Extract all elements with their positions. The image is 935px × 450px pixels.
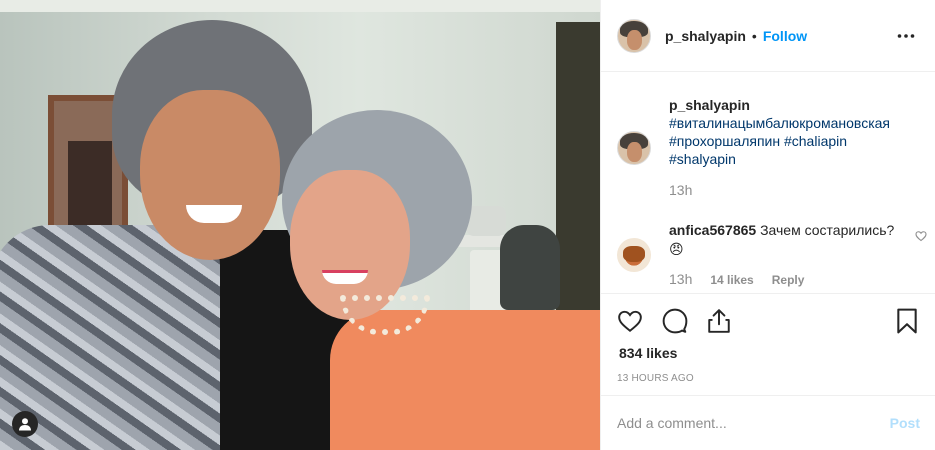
user-icon [19,418,31,431]
comment-meta: 13h 14 likes Reply [669,271,927,287]
comment-icon[interactable] [662,308,688,339]
author-avatar[interactable] [617,18,651,53]
photo-bag [500,225,560,310]
post-timestamp[interactable]: 13 HOURS AGO [617,373,694,384]
caption-username[interactable]: p_shalyapin [669,97,750,113]
post-photo[interactable] [0,0,600,450]
hashtag-link[interactable]: #прохоршаляпин #chaliapin [669,132,927,150]
commenter-avatar[interactable] [617,238,651,272]
header-separator: • [751,27,757,44]
share-icon[interactable] [706,308,732,339]
comment-timestamp[interactable]: 13h [669,271,692,287]
photo-man-face [140,90,280,260]
photo-dark-panel [556,22,600,352]
follow-button[interactable]: Follow [763,28,807,44]
hashtag-link[interactable]: #виталинацымбалюкромановская [669,114,927,132]
bookmark-icon[interactable] [895,308,919,339]
more-options-icon[interactable] [896,26,916,51]
photo-kettle [466,206,506,236]
caption-avatar[interactable] [617,131,651,165]
photo-woman-smile [322,270,368,284]
hashtag-link[interactable]: #shalyapin [669,150,927,168]
post-header: p_shalyapin • Follow [601,0,935,72]
photo-ceiling [0,0,600,12]
tagged-users-button[interactable] [12,411,38,437]
reply-button[interactable]: Reply [772,273,805,287]
caption-timestamp[interactable]: 13h [669,182,927,198]
likes-count[interactable]: 834 likes [619,345,677,361]
post-sidebar: p_shalyapin • Follow p_shalyapin #витали… [600,0,935,450]
comment-input[interactable] [617,415,890,431]
action-bar [601,293,935,343]
heart-outline-icon[interactable] [617,308,643,339]
comment-item: anfica567865 Зачем состарились? 😠 13h 14… [617,221,927,287]
post-comment-button[interactable]: Post [890,415,920,431]
add-comment-bar: Post [601,395,935,450]
comment-likes[interactable]: 14 likes [710,273,753,287]
commenter-username[interactable]: anfica567865 [669,222,756,238]
post-caption: p_shalyapin #виталинацымбалюкромановская… [617,96,927,198]
heart-outline-icon[interactable] [915,229,927,247]
author-username[interactable]: p_shalyapin [665,28,746,44]
